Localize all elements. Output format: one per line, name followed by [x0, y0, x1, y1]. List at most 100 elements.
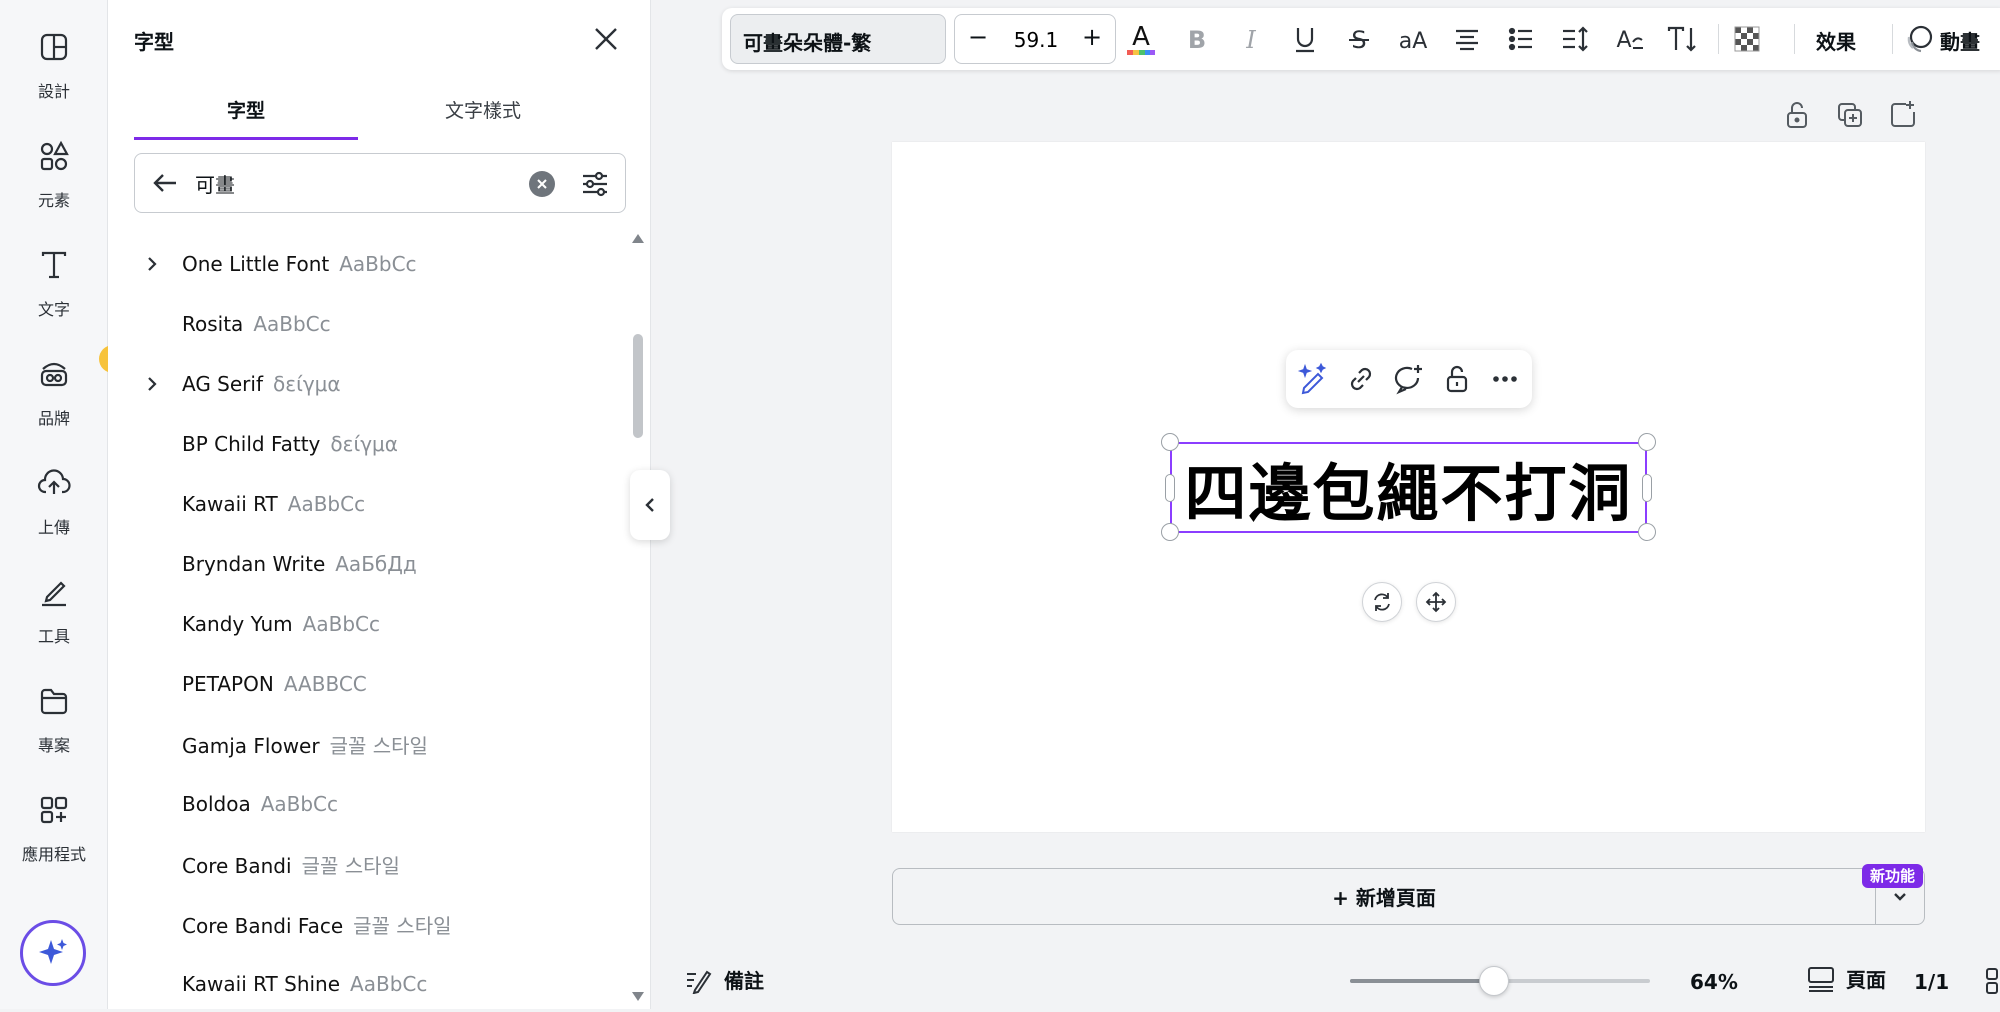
transparency-button[interactable] — [1728, 20, 1766, 58]
scroll-thumb[interactable] — [633, 334, 643, 438]
lock-page-icon[interactable] — [1780, 98, 1814, 132]
rail-label-projects: 專案 — [37, 736, 70, 755]
duplicate-page-icon[interactable] — [1833, 98, 1867, 132]
strikethrough-button[interactable]: S — [1340, 20, 1378, 58]
zoom-slider-thumb[interactable] — [1479, 966, 1509, 996]
rail-item-tools[interactable]: 工具 — [0, 573, 108, 673]
font-list-item[interactable]: Core Bandi Face 글꼴 스타일 — [108, 896, 618, 952]
svg-text:A: A — [1616, 28, 1631, 53]
decrease-size-button[interactable]: − — [963, 23, 993, 55]
italic-button[interactable]: I — [1232, 20, 1270, 58]
scroll-up-icon[interactable] — [632, 234, 644, 243]
font-name: BP Child Fatty δείγμα — [182, 432, 398, 456]
font-list-item[interactable]: Kandy Yum AaBbCc — [108, 596, 618, 652]
rail-item-brand[interactable]: ♛ 品牌 — [0, 345, 127, 455]
tab-fonts[interactable]: 字型 — [134, 96, 358, 140]
animate-icon-wrap[interactable] — [1900, 20, 1938, 58]
font-list-scrollbar[interactable] — [632, 230, 644, 1009]
filter-icon[interactable] — [579, 168, 611, 200]
font-style-button[interactable]: A — [1610, 20, 1648, 58]
resize-handle-bottom-right[interactable] — [1638, 523, 1656, 541]
add-page-icon[interactable] — [1886, 98, 1920, 132]
notes-label: 備註 — [724, 969, 764, 993]
close-panel-button[interactable] — [592, 25, 620, 53]
chevron-left-icon — [643, 496, 657, 514]
text-color-button[interactable]: A — [1122, 20, 1160, 58]
transparency-icon — [1732, 24, 1762, 54]
font-list-item[interactable]: Bryndan Write АаБбДд — [108, 536, 618, 592]
font-family-dropdown[interactable]: 可畫朵朵體-繁 — [730, 14, 946, 64]
list-button[interactable] — [1502, 20, 1540, 58]
pages-view-button[interactable]: 頁面 — [1796, 964, 1886, 993]
move-button[interactable] — [1416, 582, 1456, 622]
text-direction-button[interactable] — [1664, 20, 1702, 58]
magic-edit-icon[interactable] — [1296, 362, 1330, 396]
link-icon[interactable] — [1344, 362, 1378, 396]
rail-item-projects[interactable]: 專案 — [0, 682, 108, 782]
back-arrow-icon[interactable] — [151, 169, 179, 197]
animate-button[interactable]: 動畫 — [1940, 26, 1980, 55]
effects-button[interactable]: 效果 — [1816, 26, 1856, 55]
font-search-box — [134, 153, 626, 213]
rail-label-tools: 工具 — [37, 627, 70, 646]
font-list-item[interactable]: AG Serif δείγμα — [108, 356, 618, 412]
pages-label: 頁面 — [1846, 968, 1886, 992]
resize-handle-top-left[interactable] — [1161, 433, 1179, 451]
rail-item-upload[interactable]: 上傳 — [0, 464, 108, 564]
text-style-icon: A — [1612, 24, 1646, 54]
font-name: Boldoa AaBbCc — [182, 792, 338, 816]
lock-icon[interactable] — [1440, 362, 1474, 396]
tab-text-styles[interactable]: 文字樣式 — [368, 96, 598, 140]
font-list-item[interactable]: Boldoa AaBbCc — [108, 776, 618, 832]
spacing-button[interactable] — [1556, 20, 1594, 58]
font-list-item[interactable]: BP Child Fatty δείγμα — [108, 416, 618, 472]
font-list-item[interactable]: PETAPON AABBCC — [108, 656, 618, 712]
rotate-icon — [1370, 590, 1394, 614]
rail-item-design[interactable]: 設計 — [0, 28, 108, 128]
rail-item-text[interactable]: 文字 — [0, 246, 108, 346]
increase-size-button[interactable]: + — [1077, 23, 1107, 55]
brand-icon: ♛ — [37, 345, 127, 391]
font-list-item[interactable]: Rosita AaBbCc — [108, 296, 618, 352]
rail-item-elements[interactable]: 元素 — [0, 137, 108, 237]
canvas-text[interactable]: 四邊包繩不打洞 — [1184, 443, 1632, 533]
font-name: Kandy Yum AaBbCc — [182, 612, 380, 636]
grid-view-icon[interactable] — [1984, 966, 2000, 996]
underline-button[interactable] — [1286, 20, 1324, 58]
notes-button[interactable]: 備註 — [672, 965, 764, 994]
left-rail: 設計 元素 文字 ♛ 品牌 上傳 工具 專案 — [0, 0, 127, 1009]
clear-search-button[interactable] — [529, 171, 555, 197]
font-name: Bryndan Write АаБбДд — [182, 552, 417, 576]
font-sample-text: AaBbCc — [253, 312, 331, 336]
magic-assistant-button[interactable] — [20, 920, 86, 986]
selected-text-element[interactable]: 四邊包繩不打洞 — [1170, 442, 1647, 533]
font-size-input[interactable] — [999, 28, 1073, 52]
scroll-down-icon[interactable] — [632, 992, 644, 1001]
font-list-item[interactable]: Gamja Flower 글꼴 스타일 — [108, 716, 618, 772]
font-list-item[interactable]: Kawaii RT AaBbCc — [108, 476, 618, 532]
apps-icon — [37, 793, 71, 827]
zoom-level[interactable]: 64% — [1690, 970, 1738, 994]
resize-handle-left[interactable] — [1165, 474, 1175, 502]
font-name-text: Bryndan Write — [182, 552, 326, 576]
design-icon — [37, 30, 71, 64]
font-list-item[interactable]: One Little Font AaBbCc — [108, 236, 618, 292]
bold-button[interactable]: B — [1178, 20, 1216, 58]
font-search-input[interactable] — [195, 171, 495, 195]
rail-item-apps[interactable]: 應用程式 — [0, 791, 108, 891]
font-list-item[interactable]: Kawaii RT Shine AaBbCc — [108, 956, 618, 1012]
font-list-item[interactable]: Core Bandi 글꼴 스타일 — [108, 836, 618, 892]
chevron-right-icon[interactable] — [144, 256, 160, 272]
resize-handle-bottom-left[interactable] — [1161, 523, 1179, 541]
chevron-right-icon[interactable] — [144, 376, 160, 392]
more-options-icon[interactable] — [1488, 362, 1522, 396]
letter-case-button[interactable]: aA — [1394, 20, 1432, 58]
collapse-panel-button[interactable] — [630, 470, 670, 540]
font-name-text: Kawaii RT — [182, 492, 278, 516]
add-comment-icon[interactable] — [1392, 362, 1426, 396]
rotate-button[interactable] — [1362, 582, 1402, 622]
resize-handle-top-right[interactable] — [1638, 433, 1656, 451]
resize-handle-right[interactable] — [1642, 474, 1652, 502]
align-center-button[interactable] — [1448, 20, 1486, 58]
add-page-button[interactable]: + 新增頁面 — [892, 868, 1876, 925]
